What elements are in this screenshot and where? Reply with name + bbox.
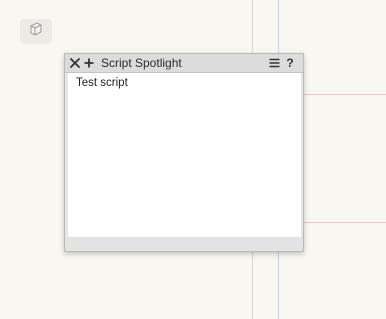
hamburger-menu-icon[interactable]: [267, 56, 281, 70]
palette-title: Script Spotlight: [101, 56, 182, 70]
script-list[interactable]: Test script: [68, 73, 301, 237]
plus-icon[interactable]: [82, 56, 96, 70]
palette-status-bar: [65, 237, 303, 251]
help-button[interactable]: ?: [283, 56, 297, 70]
close-icon[interactable]: [68, 56, 82, 70]
list-item[interactable]: Test script: [68, 73, 301, 91]
script-spotlight-palette: Script Spotlight ? Test script: [64, 53, 304, 252]
drawing-canvas[interactable]: Script Spotlight ? Test script: [0, 0, 386, 319]
palette-title-bar[interactable]: Script Spotlight ?: [65, 54, 303, 73]
document-button[interactable]: [20, 19, 52, 44]
document-icon: [28, 21, 44, 42]
